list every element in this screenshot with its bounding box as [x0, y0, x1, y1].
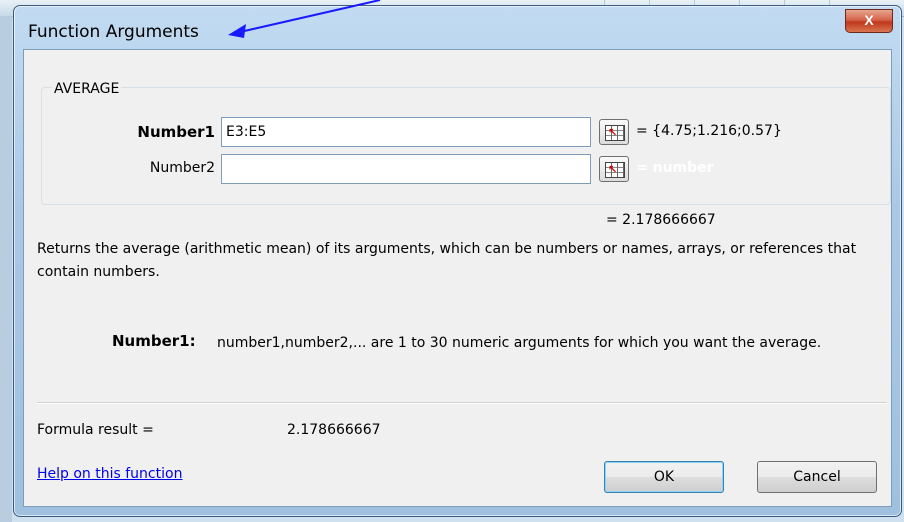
formula-result-label: Formula result =	[37, 422, 154, 438]
annotation-arrow	[228, 0, 381, 38]
function-result: = 2.178666667	[606, 212, 716, 228]
number2-label: Number2	[149, 160, 215, 176]
arrow-icon: ↖	[608, 126, 618, 139]
number2-input[interactable]	[221, 154, 591, 184]
function-description: Returns the average (arithmetic mean) of…	[37, 241, 857, 280]
function-name-label: AVERAGE	[52, 81, 122, 97]
argument-help-name: Number1:	[112, 332, 196, 350]
number1-evaluated: = {4.75;1.216;0.57}	[636, 123, 782, 139]
ok-button[interactable]: OK	[604, 461, 724, 493]
function-arguments-dialog: Function Arguments X AVERAGE Number1 ↖ =…	[13, 5, 902, 517]
number2-evaluated: = number	[636, 160, 714, 176]
help-link[interactable]: Help on this function	[37, 466, 182, 482]
number1-input[interactable]	[221, 117, 591, 147]
number2-collapse-button[interactable]: ↖	[599, 156, 629, 182]
arrow-line	[239, 0, 381, 33]
divider	[37, 402, 887, 404]
number1-label: Number1	[137, 123, 215, 141]
argument-help-text: number1,number2,... are 1 to 30 numeric …	[217, 335, 822, 351]
arrow-icon: ↖	[608, 163, 618, 176]
formula-result-value: 2.178666667	[287, 422, 381, 438]
spreadsheet-background	[0, 16, 12, 522]
number1-collapse-button[interactable]: ↖	[599, 119, 629, 145]
arrow-head-icon	[228, 24, 246, 38]
cancel-button[interactable]: Cancel	[757, 461, 877, 493]
dialog-body: AVERAGE Number1 ↖ = {4.75;1.216;0.57} Nu…	[23, 49, 892, 507]
